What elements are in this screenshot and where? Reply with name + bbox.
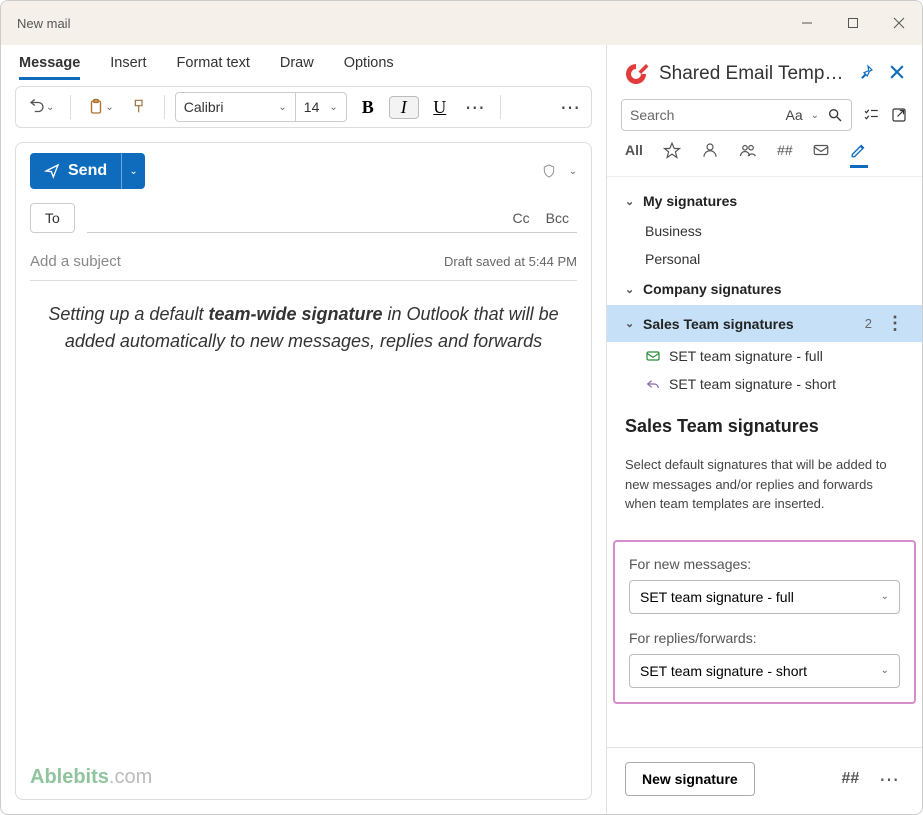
new-signature-button[interactable]: New signature — [625, 762, 755, 796]
send-icon — [44, 163, 60, 179]
underline-button[interactable]: U — [425, 97, 455, 118]
pin-button[interactable] — [854, 60, 878, 89]
filter-hash[interactable]: ## — [777, 142, 793, 167]
paste-button[interactable]: ⌄ — [81, 94, 119, 120]
group-my-signatures[interactable]: ⌄ My signatures — [607, 185, 922, 217]
minimize-button[interactable] — [784, 1, 830, 45]
checklist-icon[interactable] — [862, 106, 880, 124]
select-reply-signature[interactable]: SET team signature - short ⌄ — [629, 654, 900, 688]
tab-options[interactable]: Options — [344, 55, 394, 80]
ribbon-tabs: Message Insert Format text Draw Options — [15, 55, 592, 80]
close-panel-button[interactable] — [886, 60, 908, 88]
tab-insert[interactable]: Insert — [110, 55, 146, 80]
to-field[interactable]: Cc Bcc — [87, 203, 577, 233]
chevron-down-icon[interactable]: ⌄ — [569, 166, 577, 177]
filter-row: All ## — [607, 141, 922, 177]
addon-logo-icon — [621, 59, 651, 89]
watermark: Ablebits.com — [30, 766, 152, 789]
maximize-button[interactable] — [830, 1, 876, 45]
font-selector[interactable]: Calibri ⌄ 14 ⌄ — [175, 92, 347, 122]
filter-team[interactable] — [739, 141, 757, 168]
chevron-down-icon: ⌄ — [625, 317, 637, 330]
message-composer: Send ⌄ ⌄ To Cc Bcc Add a subject — [15, 142, 592, 800]
chevron-down-icon[interactable]: ⌄ — [811, 110, 819, 121]
item-business[interactable]: Business — [607, 217, 922, 245]
details-description: Select default signatures that will be a… — [625, 455, 904, 514]
panel-footer: New signature ## ⋯ — [607, 747, 922, 810]
select-new-signature[interactable]: SET team signature - full ⌄ — [629, 580, 900, 614]
chevron-down-icon: ⌄ — [278, 102, 286, 113]
chevron-down-icon: ⌄ — [329, 102, 337, 113]
match-case-toggle[interactable]: Aa — [785, 107, 802, 123]
panel-title: Shared Email Temp… — [659, 63, 846, 85]
item-set-full[interactable]: SET team signature - full — [607, 342, 922, 370]
message-body[interactable]: Setting up a default team-wide signature… — [30, 301, 577, 355]
filter-all[interactable]: All — [625, 142, 643, 167]
undo-button[interactable]: ⌄ — [22, 94, 60, 120]
search-input[interactable]: Search Aa ⌄ — [621, 99, 852, 131]
group-sales-signatures[interactable]: ⌄ Sales Team signatures 2 ⋮ — [607, 305, 922, 342]
hash-button[interactable]: ## — [841, 770, 859, 788]
close-window-button[interactable] — [876, 1, 922, 45]
details-title: Sales Team signatures — [625, 416, 904, 437]
more-actions-button[interactable]: ⋮ — [886, 313, 904, 334]
signatures-tree: ⌄ My signatures Business Personal ⌄ Comp… — [607, 177, 922, 398]
tab-format-text[interactable]: Format text — [177, 55, 250, 80]
filter-mail[interactable] — [812, 141, 830, 168]
mail-icon — [645, 348, 661, 364]
popout-icon[interactable] — [890, 106, 908, 124]
chevron-down-icon: ⌄ — [625, 283, 637, 296]
formatting-toolbar: ⌄ ⌄ Calibri ⌄ 14 ⌄ B I U ⋯ ⋯ — [15, 86, 592, 128]
item-personal[interactable]: Personal — [607, 245, 922, 273]
draft-status: Draft saved at 5:44 PM — [444, 254, 577, 269]
group-company-signatures[interactable]: ⌄ Company signatures — [607, 273, 922, 305]
chevron-down-icon: ⌄ — [881, 591, 889, 602]
filter-favorites[interactable] — [663, 141, 681, 168]
format-painter-button[interactable] — [126, 94, 154, 120]
label-for-new: For new messages: — [629, 556, 900, 572]
footer-more-button[interactable]: ⋯ — [875, 767, 904, 792]
reply-icon — [645, 376, 661, 392]
bold-button[interactable]: B — [353, 97, 383, 118]
filter-person[interactable] — [701, 141, 719, 168]
send-dropdown[interactable]: ⌄ — [121, 153, 145, 189]
font-size: 14 — [304, 99, 320, 115]
subject-placeholder: Add a subject — [30, 253, 121, 270]
chevron-down-icon: ⌄ — [881, 665, 889, 676]
chevron-down-icon: ⌄ — [625, 195, 637, 208]
more-formatting-button[interactable]: ⋯ — [461, 95, 490, 120]
font-name: Calibri — [184, 99, 224, 115]
italic-button[interactable]: I — [389, 96, 419, 119]
defaults-box: For new messages: SET team signature - f… — [613, 540, 916, 704]
templates-panel: Shared Email Temp… Search Aa ⌄ All — [606, 45, 922, 814]
tab-message[interactable]: Message — [19, 55, 80, 80]
search-icon[interactable] — [827, 107, 843, 123]
bcc-button[interactable]: Bcc — [546, 210, 569, 226]
send-button[interactable]: Send ⌄ — [30, 153, 145, 189]
to-button[interactable]: To — [30, 203, 75, 233]
filter-signatures[interactable] — [850, 141, 868, 168]
item-count-badge: 2 — [865, 316, 872, 331]
window-title: New mail — [1, 16, 70, 31]
toolbar-overflow-button[interactable]: ⋯ — [556, 95, 585, 120]
label-for-replies: For replies/forwards: — [629, 630, 900, 646]
subject-row[interactable]: Add a subject Draft saved at 5:44 PM — [30, 239, 577, 281]
shield-icon[interactable] — [541, 163, 557, 179]
window-titlebar: New mail — [1, 1, 922, 45]
cc-button[interactable]: Cc — [513, 210, 530, 226]
item-set-short[interactable]: SET team signature - short — [607, 370, 922, 398]
details-section: Sales Team signatures Select default sig… — [607, 398, 922, 540]
tab-draw[interactable]: Draw — [280, 55, 314, 80]
